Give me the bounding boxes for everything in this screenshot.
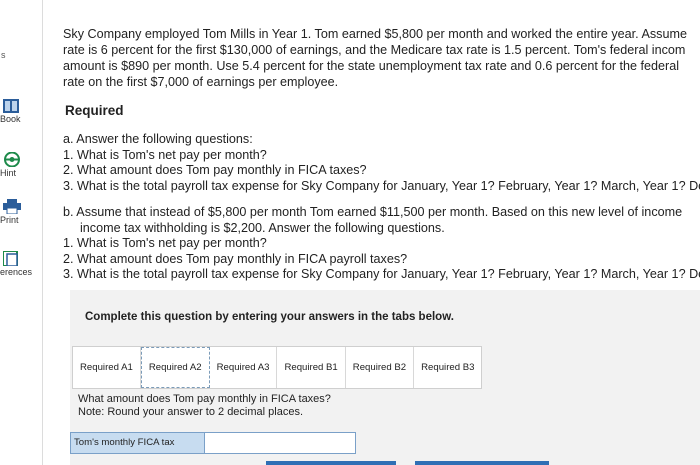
part-b-question: 3. What is the total payroll tax expense… xyxy=(63,267,700,281)
sidebar-label-hint: Hint xyxy=(0,168,17,178)
left-toolbar: s Book Hint Print erences xyxy=(0,0,43,465)
intro-line: rate is 6 percent for the first $130,000… xyxy=(63,43,686,57)
fica-tax-input[interactable] xyxy=(205,433,355,453)
part-b-list: b. Assume that instead of $5,800 per mon… xyxy=(63,205,700,283)
tab-required-a3[interactable]: Required A3 xyxy=(209,347,278,388)
part-a-lead: a. Answer the following questions: xyxy=(63,132,253,146)
problem-intro: Sky Company employed Tom Mills in Year 1… xyxy=(63,26,700,90)
references-icon xyxy=(3,251,18,266)
part-b-question: 1. What is Tom's net pay per month? xyxy=(63,236,267,250)
sidebar-item-references[interactable]: erences xyxy=(0,251,42,277)
sidebar-item-hint[interactable]: Hint xyxy=(0,152,42,178)
panel-instructions: Complete this question by entering your … xyxy=(85,311,454,323)
answer-panel: Complete this question by entering your … xyxy=(70,290,700,465)
bottom-nav-bar-right xyxy=(415,461,549,465)
part-a-list: a. Answer the following questions: 1. Wh… xyxy=(63,132,700,194)
tab-required-a1[interactable]: Required A1 xyxy=(73,347,141,388)
tab-required-b2[interactable]: Required B2 xyxy=(345,347,415,388)
required-heading: Required xyxy=(65,103,124,118)
part-b-lead-cont: income tax withholding is $2,200. Answer… xyxy=(80,220,445,235)
tab-required-a2[interactable]: Required A2 xyxy=(140,347,210,388)
book-icon xyxy=(3,99,19,113)
answer-label: Tom's monthly FICA tax xyxy=(71,433,205,453)
part-a-question: 3. What is the total payroll tax expense… xyxy=(63,178,700,193)
hint-icon xyxy=(4,152,20,167)
sidebar-label-print: Print xyxy=(0,215,19,225)
tab-question: What amount does Tom pay monthly in FICA… xyxy=(78,393,331,419)
tab-required-b3[interactable]: Required B3 xyxy=(414,347,482,388)
sidebar-label-references: erences xyxy=(0,267,33,277)
sidebar-fragment: s xyxy=(1,50,6,60)
question-text: What amount does Tom pay monthly in FICA… xyxy=(78,393,331,405)
intro-line: amount is $890 per month. Use 5.4 percen… xyxy=(63,59,680,73)
part-a-question: 1. What is Tom's net pay per month? xyxy=(63,147,267,162)
part-b-lead: b. Assume that instead of $5,800 per mon… xyxy=(63,205,683,219)
question-note: Note: Round your answer to 2 decimal pla… xyxy=(78,406,304,418)
sidebar-label-book: Book xyxy=(0,114,21,124)
intro-line: Sky Company employed Tom Mills in Year 1… xyxy=(63,27,687,41)
intro-line: rate on the first $7,000 of earnings per… xyxy=(63,75,339,89)
bottom-nav-bar-left xyxy=(266,461,396,465)
sidebar-item-print[interactable]: Print xyxy=(0,199,42,225)
required-tabs: Required A1 Required A2 Required A3 Requ… xyxy=(72,346,483,389)
print-icon xyxy=(3,199,21,214)
tab-required-b1[interactable]: Required B1 xyxy=(277,347,346,388)
sidebar-item-book[interactable]: Book xyxy=(0,99,42,124)
answer-row: Tom's monthly FICA tax xyxy=(70,432,356,454)
part-b-question: 2. What amount does Tom pay monthly in F… xyxy=(63,251,408,266)
part-a-question: 2. What amount does Tom pay monthly in F… xyxy=(63,163,367,177)
